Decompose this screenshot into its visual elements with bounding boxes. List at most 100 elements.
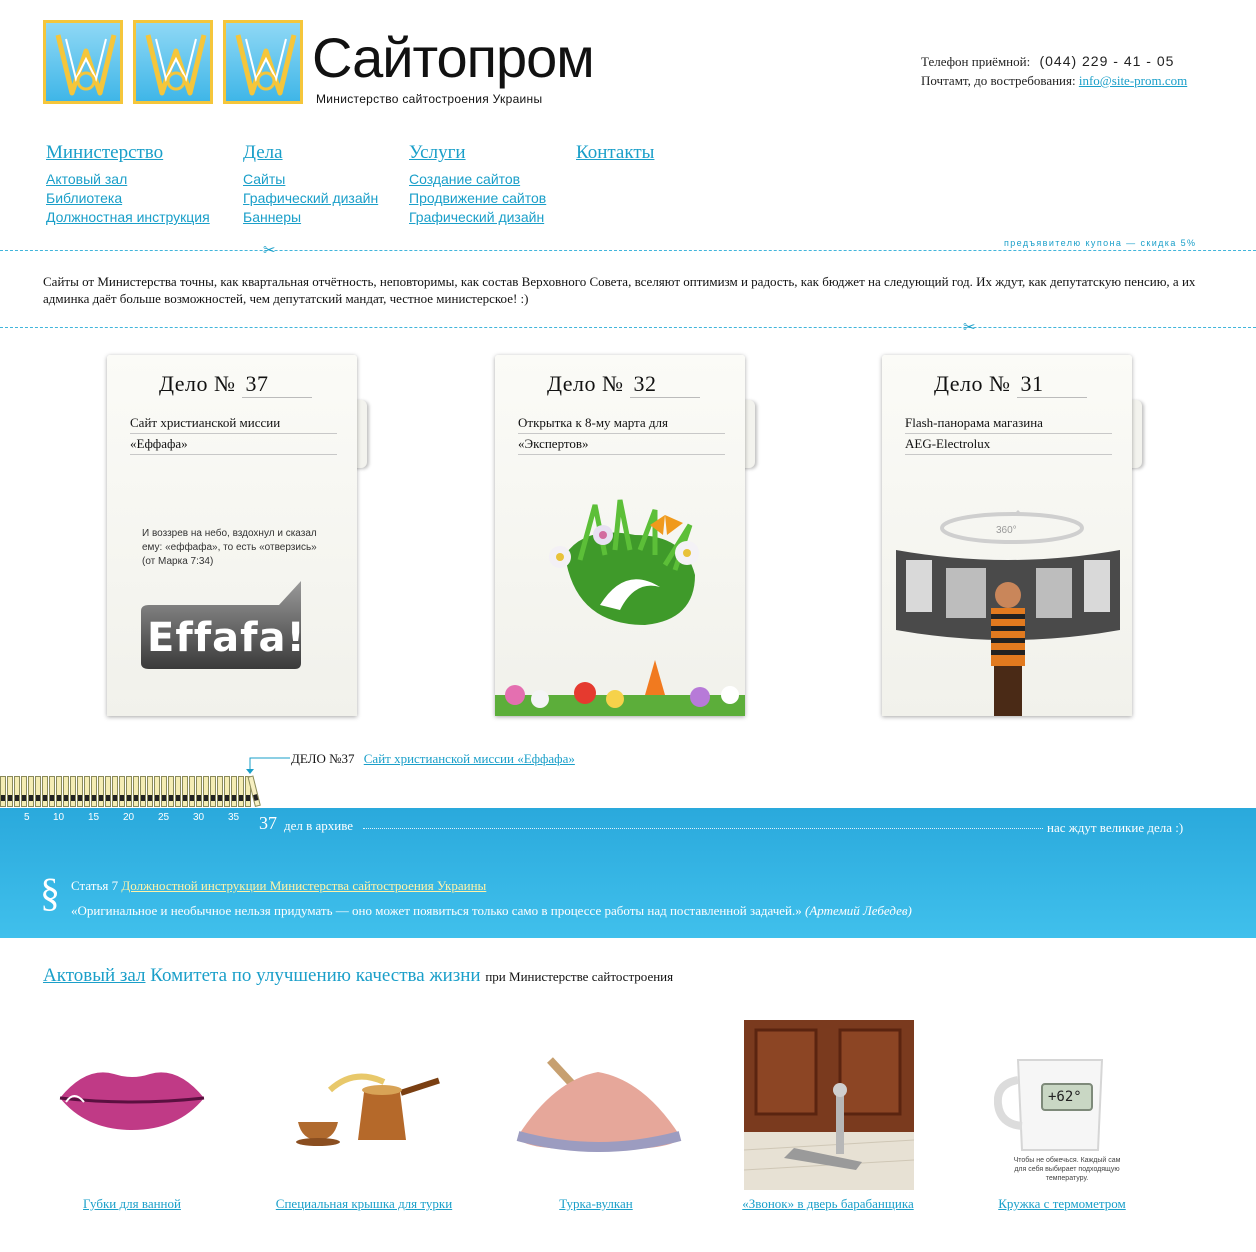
archive-book[interactable] [140, 776, 146, 807]
book-stripe [127, 795, 131, 801]
archive-book[interactable] [217, 776, 223, 807]
archive-book[interactable] [28, 776, 34, 807]
flower-border-illustration [495, 660, 745, 716]
archive-book[interactable] [35, 776, 41, 807]
nav-heading-services[interactable]: Услуги [409, 142, 546, 164]
archive-book[interactable] [112, 776, 118, 807]
archive-book[interactable] [231, 776, 237, 807]
archive-book[interactable] [210, 776, 216, 807]
book-stripe [232, 795, 236, 801]
mail-label: Почтамт, до востребования: [921, 73, 1076, 88]
archive-book[interactable] [0, 776, 6, 807]
archive-book[interactable] [105, 776, 111, 807]
brand-subtitle: Министерство сайтостроения Украины [316, 92, 543, 106]
archive-tick: 5 [24, 812, 30, 823]
archive-tick: 20 [123, 812, 135, 823]
rotate-360-label: 360° [996, 525, 1017, 536]
hall-item-link[interactable]: Губки для ванной [83, 1196, 181, 1211]
archive-book[interactable] [84, 776, 90, 807]
book-stripe [225, 795, 229, 801]
nav-heading-ministry[interactable]: Министерство [46, 142, 210, 164]
archive-book[interactable] [56, 776, 62, 807]
archive-book[interactable] [7, 776, 13, 807]
case-card[interactable]: Дело № 32 Открытка к 8-му марта для «Экс… [495, 355, 745, 716]
archive-book[interactable] [154, 776, 160, 807]
case-description-line: AEG-Electrolux [905, 434, 1112, 455]
archive-book[interactable] [70, 776, 76, 807]
cezve-lid-image[interactable] [294, 1060, 442, 1146]
nav-link-site-promotion[interactable]: Продвижение сайтов [409, 189, 546, 208]
archive-book[interactable] [21, 776, 27, 807]
nav-link-assembly-hall[interactable]: Актовый зал [46, 170, 210, 189]
hall-item-label: Кружка с термометром [970, 1195, 1154, 1212]
nav-link-job-instruction[interactable]: Должностная инструкция [46, 208, 210, 227]
coupon-cut-line [0, 250, 1256, 251]
nav-link-graphic-design-service[interactable]: Графический дизайн [409, 208, 546, 227]
email-link[interactable]: info@site-prom.com [1079, 73, 1187, 88]
archive-current-link[interactable]: Сайт христианской миссии «Еффафа» [364, 751, 575, 766]
archive-book[interactable] [98, 776, 104, 807]
quote-article-link[interactable]: Должностной инструкции Министерства сайт… [121, 878, 486, 893]
archive-tick: 30 [193, 812, 205, 823]
book-stripe [36, 795, 40, 801]
book-stripe [141, 795, 145, 801]
archive-book[interactable] [77, 776, 83, 807]
nav-link-library[interactable]: Библиотека [46, 189, 210, 208]
archive-book[interactable] [14, 776, 20, 807]
book-stripe [64, 795, 68, 801]
hall-item-label: Губки для ванной [40, 1195, 224, 1212]
archive-shelf[interactable] [0, 775, 262, 808]
archive-book[interactable] [224, 776, 230, 807]
case-description: Сайт христианской миссии «Еффафа» [130, 413, 337, 455]
archive-book[interactable] [196, 776, 202, 807]
archive-book[interactable] [203, 776, 209, 807]
archive-book[interactable] [189, 776, 195, 807]
archive-count: 37 [259, 813, 277, 833]
hall-item-link[interactable]: «Звонок» в дверь барабанщика [742, 1196, 913, 1211]
w-letter-icon [235, 34, 297, 96]
archive-book[interactable] [133, 776, 139, 807]
archive-book[interactable] [182, 776, 188, 807]
drum-pedal-doorbell-image[interactable] [744, 1020, 914, 1190]
archive-book[interactable] [63, 776, 69, 807]
archive-book[interactable] [175, 776, 181, 807]
nav-link-site-creation[interactable]: Создание сайтов [409, 170, 546, 189]
quote-body: «Оригинальное и необычное нельзя придума… [71, 903, 802, 918]
book-stripe [50, 795, 54, 801]
archive-book[interactable] [161, 776, 167, 807]
lips-sponge-image[interactable] [56, 1060, 208, 1136]
hall-item-link[interactable]: Кружка с термометром [998, 1196, 1126, 1211]
archive-book[interactable] [168, 776, 174, 807]
hall-item-label: Специальная крышка для турки [272, 1195, 456, 1212]
volcano-cezve-image[interactable] [514, 1050, 684, 1152]
nav-services: Услуги Создание сайтов Продвижение сайто… [409, 142, 546, 227]
hall-item-link[interactable]: Турка-вулкан [559, 1196, 632, 1211]
hall-item-link[interactable]: Специальная крышка для турки [276, 1196, 452, 1211]
nav-heading-contacts[interactable]: Контакты [576, 142, 654, 164]
archive-book[interactable] [238, 776, 244, 807]
scissors-icon: ✂ [963, 318, 976, 336]
case-description-line: «Экспертов» [518, 434, 725, 455]
archive-current: ДЕЛО №37 Сайт христианской миссии «Еффаф… [291, 751, 575, 767]
nav-heading-cases[interactable]: Дела [243, 142, 378, 164]
book-stripe [204, 795, 208, 801]
archive-book[interactable] [42, 776, 48, 807]
hall-item-label: Турка-вулкан [504, 1195, 688, 1212]
case-description: Открытка к 8-му марта для «Экспертов» [518, 413, 725, 455]
case-description: Flash-панорама магазина AEG-Electrolux [905, 413, 1112, 455]
book-stripe [253, 794, 259, 801]
case-number-value: 31 [1016, 371, 1087, 398]
archive-book[interactable] [119, 776, 125, 807]
case-card[interactable]: Дело № 31 Flash-панорама магазина AEG-El… [882, 355, 1132, 716]
nav-link-graphic-design[interactable]: Графический дизайн [243, 189, 378, 208]
case-card[interactable]: Дело № 37 Сайт христианской миссии «Еффа… [107, 355, 357, 716]
nav-link-banners[interactable]: Баннеры [243, 208, 378, 227]
hall-link[interactable]: Актовый зал [43, 965, 146, 986]
nav-link-sites[interactable]: Сайты [243, 170, 378, 189]
archive-book[interactable] [49, 776, 55, 807]
archive-book[interactable] [126, 776, 132, 807]
archive-count-text: дел в архиве [284, 818, 354, 833]
archive-tick: 15 [88, 812, 100, 823]
archive-book[interactable] [91, 776, 97, 807]
archive-book[interactable] [147, 776, 153, 807]
